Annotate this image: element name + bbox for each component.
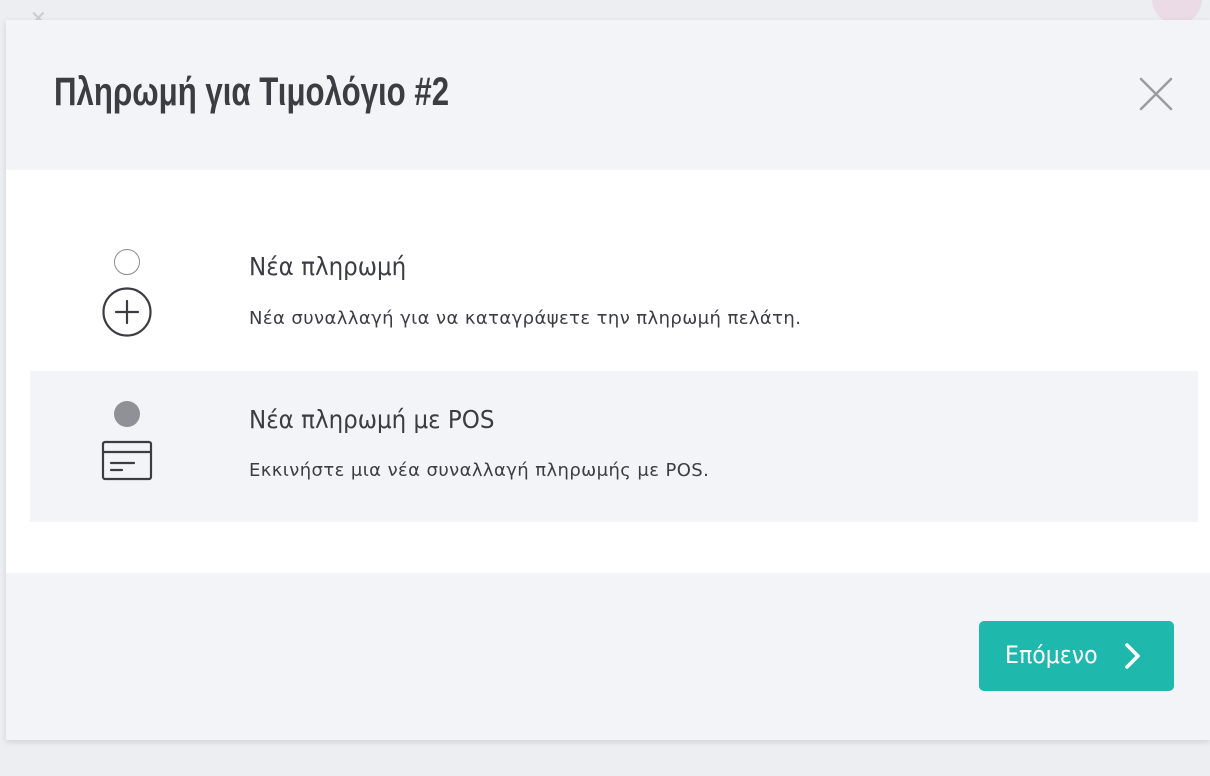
plus-circle-icon	[102, 287, 152, 337]
option-title: Νέα πληρωμή	[249, 252, 407, 281]
chevron-right-icon	[1125, 643, 1140, 669]
next-button[interactable]: Επόμενο	[979, 621, 1174, 691]
modal-header: Πληρωμή για Τιμολόγιο #2	[6, 20, 1210, 170]
modal-footer: Επόμενο	[6, 573, 1210, 740]
payment-modal: Πληρωμή για Τιμολόγιο #2 Νέα πληρωμή Νέα…	[6, 20, 1210, 740]
radio-new-payment[interactable]	[114, 249, 140, 275]
option-description: Νέα συναλλαγή για να καταγράψετε την πλη…	[249, 308, 802, 329]
modal-body: Νέα πληρωμή Νέα συναλλαγή για να καταγρά…	[6, 170, 1210, 573]
radio-pos-payment[interactable]	[114, 401, 140, 427]
close-icon	[1139, 77, 1173, 111]
modal-title: Πληρωμή για Τιμολόγιο #2	[54, 70, 450, 114]
option-new-payment[interactable]: Νέα πληρωμή Νέα συναλλαγή για να καταγρά…	[30, 220, 1198, 371]
next-button-label: Επόμενο	[1005, 641, 1098, 669]
option-title: Νέα πληρωμή με POS	[249, 405, 495, 434]
card-terminal-icon	[101, 440, 153, 481]
option-description: Εκκινήστε μια νέα συναλλαγή πληρωμής με …	[249, 460, 710, 481]
close-button[interactable]	[1136, 74, 1176, 114]
option-pos-payment[interactable]: Νέα πληρωμή με POS Εκκινήστε μια νέα συν…	[30, 371, 1198, 522]
